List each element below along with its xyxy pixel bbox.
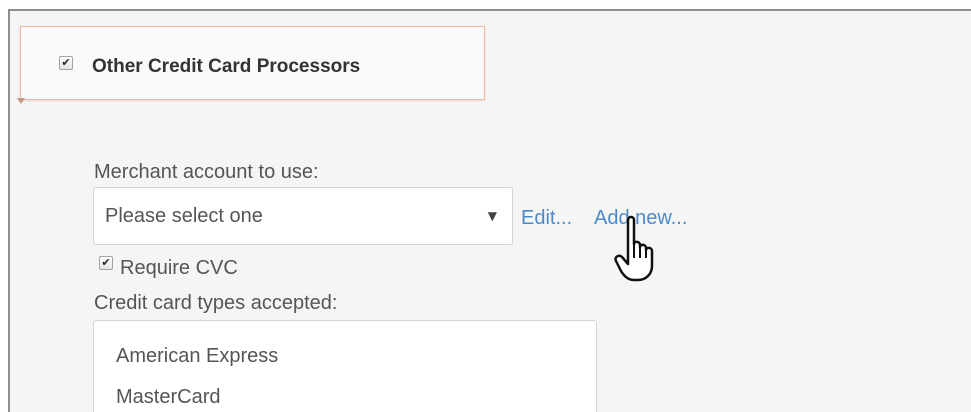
- list-item-american-express[interactable]: American Express: [116, 344, 278, 368]
- chevron-down-icon: ▼: [487, 209, 497, 223]
- screen: ✔ Other Credit Card Processors Merchant …: [0, 0, 971, 412]
- tab-pointer-icon: [17, 98, 25, 104]
- credit-card-types-list[interactable]: American Express MasterCard: [93, 320, 597, 412]
- other-processors-checkbox[interactable]: ✔: [59, 56, 73, 70]
- section-title: Other Credit Card Processors: [92, 56, 361, 77]
- merchant-account-select[interactable]: Please select one ▼: [93, 187, 513, 245]
- list-item-mastercard[interactable]: MasterCard: [116, 385, 220, 409]
- require-cvc-label: Require CVC: [120, 257, 238, 279]
- merchant-account-selected-value: Please select one: [105, 205, 263, 227]
- edit-merchant-link[interactable]: Edit...: [521, 206, 572, 230]
- hand-pointer-icon: [614, 215, 654, 282]
- require-cvc-checkbox[interactable]: ✔: [99, 256, 113, 270]
- merchant-account-label: Merchant account to use:: [94, 161, 319, 183]
- credit-card-types-label: Credit card types accepted:: [94, 292, 338, 314]
